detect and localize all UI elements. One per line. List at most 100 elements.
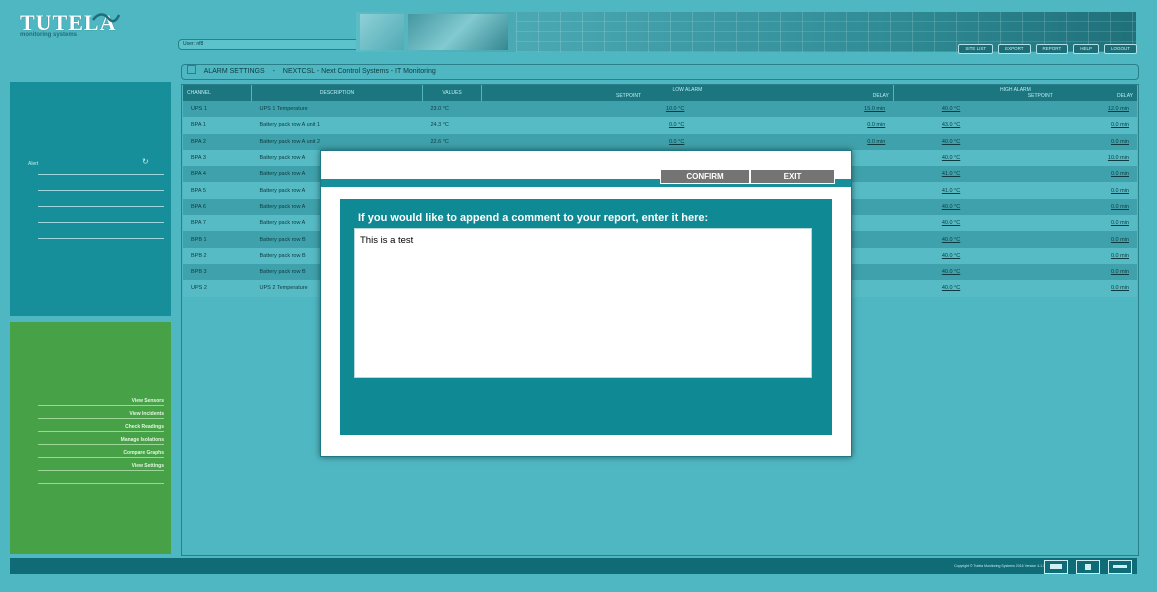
nav-export[interactable]: EXPORT xyxy=(998,44,1031,54)
cell-channel: BPB 3 xyxy=(183,263,252,281)
cell-value: 24.3 °C xyxy=(422,117,482,134)
header-channel: CHANNEL xyxy=(183,85,252,101)
cell-description: UPS 1 Temperature xyxy=(251,101,423,118)
cell-high-delay[interactable]: 0.0 min xyxy=(1090,247,1137,264)
header-low-delay: DELAY xyxy=(872,93,889,99)
nav-site-list[interactable]: SITE LIST xyxy=(958,44,994,54)
cell-high-setpoint[interactable]: 41.0 °C xyxy=(893,166,1091,183)
exit-button[interactable]: EXIT xyxy=(750,169,835,184)
sidebar-link-manage-isolations[interactable]: Manage Isolations xyxy=(38,436,164,445)
cell-channel: BPA 3 xyxy=(183,149,252,167)
confirm-button[interactable]: CONFIRM xyxy=(660,169,750,184)
sidebar-link-view-settings[interactable]: View Settings xyxy=(38,462,164,471)
cell-high-delay[interactable]: 0.0 min xyxy=(1090,182,1137,199)
cell-high-setpoint[interactable]: 40.0 °C xyxy=(893,198,1091,216)
alert-title: Alert xyxy=(28,161,39,167)
comment-dialog: CONFIRM EXIT If you would like to append… xyxy=(320,150,852,457)
cell-high-setpoint[interactable]: 40.0 °C xyxy=(893,280,1091,297)
cell-low-setpoint[interactable]: 10.0 °C xyxy=(481,101,815,118)
minimize-icon[interactable] xyxy=(1108,560,1132,574)
cell-value: 23.0 °C xyxy=(422,101,482,118)
table-row: BPA 2 Battery pack row A unit 2 22.6 °C 0.0… xyxy=(183,133,1137,150)
cell-low-delay[interactable]: 15.0 min xyxy=(814,101,894,118)
header-values: VALUES xyxy=(422,85,482,101)
cell-channel: BPA 5 xyxy=(183,182,252,199)
copyright: Copyright © Tutela Monitoring Systems 20… xyxy=(954,564,1045,568)
cell-channel: BPA 4 xyxy=(183,166,252,183)
cell-channel: BPA 1 xyxy=(183,117,252,134)
logo-wave-icon xyxy=(92,13,120,23)
cell-high-delay[interactable]: 0.0 min xyxy=(1090,263,1137,281)
monitor-icon[interactable] xyxy=(1044,560,1068,574)
nav-logout[interactable]: LOGOUT xyxy=(1103,44,1137,54)
dialog-prompt: If you would like to append a comment to… xyxy=(358,212,709,224)
cell-description: Battery pack row A unit 1 xyxy=(251,117,423,134)
sidebar-link-view-incidents[interactable]: View Incidents xyxy=(38,410,164,419)
cell-high-delay[interactable]: 12.0 min xyxy=(1090,101,1137,118)
cell-high-delay[interactable]: 0.0 min xyxy=(1090,280,1137,297)
breadcrumb: ALARM SETTINGS - NEXTCSL - Next Control … xyxy=(181,64,1139,80)
cell-high-delay[interactable]: 10.0 min xyxy=(1090,149,1137,167)
cell-channel: BPB 1 xyxy=(183,231,252,248)
cell-high-delay[interactable]: 0.0 min xyxy=(1090,133,1137,150)
cell-high-setpoint[interactable]: 40.0 °C xyxy=(893,133,1091,150)
breadcrumb-section: ALARM SETTINGS xyxy=(203,68,265,75)
cell-channel: BPA 2 xyxy=(183,133,252,150)
cell-high-delay[interactable]: 0.0 min xyxy=(1090,198,1137,216)
divider xyxy=(38,190,164,191)
dialog-body: If you would like to append a comment to… xyxy=(340,199,832,435)
header-high-alarm: HIGH ALARM SETPOINT DELAY xyxy=(892,85,1137,101)
cell-high-delay[interactable]: 0.0 min xyxy=(1090,166,1137,183)
nav-panel: View Sensors View Incidents Check Readin… xyxy=(10,322,171,554)
cell-high-setpoint[interactable]: 40.0 °C xyxy=(893,247,1091,264)
cell-high-setpoint[interactable]: 40.0 °C xyxy=(893,215,1091,232)
sidebar-link-view-sensors[interactable]: View Sensors xyxy=(38,397,164,406)
logo: TUTELA monitoring systems xyxy=(20,10,140,50)
cell-high-delay[interactable]: 0.0 min xyxy=(1090,215,1137,232)
cell-high-setpoint[interactable]: 40.0 °C xyxy=(893,101,1091,118)
cell-high-delay[interactable]: 0.0 min xyxy=(1090,117,1137,134)
cell-low-delay[interactable]: 0.0 min xyxy=(814,117,894,134)
banner-image xyxy=(360,14,404,50)
nav-report[interactable]: REPORT xyxy=(1035,44,1069,54)
cell-channel: BPB 2 xyxy=(183,247,252,264)
divider xyxy=(38,206,164,207)
breadcrumb-site: NEXTCSL - Next Control Systems - IT Moni… xyxy=(282,68,436,75)
table-row: BPA 1 Battery pack row A unit 1 24.3 °C 0.0… xyxy=(183,117,1137,134)
header-low-alarm: LOW ALARM SETPOINT DELAY xyxy=(481,85,894,101)
user-field: User: nf8 xyxy=(178,39,364,50)
cell-low-setpoint[interactable]: 0.0 °C xyxy=(481,117,815,134)
cell-channel: UPS 1 xyxy=(183,101,252,118)
cell-high-delay[interactable]: 0.0 min xyxy=(1090,231,1137,248)
cell-channel: BPA 6 xyxy=(183,198,252,216)
sidebar-link-empty xyxy=(38,475,164,484)
breadcrumb-separator: - xyxy=(272,68,275,75)
cell-channel: BPA 7 xyxy=(183,215,252,232)
expand-icon[interactable] xyxy=(1076,560,1100,574)
header-high-setpoint: SETPOINT xyxy=(1027,93,1053,99)
cell-high-setpoint[interactable]: 40.0 °C xyxy=(893,263,1091,281)
divider xyxy=(38,238,164,239)
cell-high-setpoint[interactable]: 40.0 °C xyxy=(893,149,1091,167)
cell-value: 22.6 °C xyxy=(422,133,482,150)
divider xyxy=(38,222,164,223)
cell-low-setpoint[interactable]: 0.0 °C xyxy=(481,133,815,150)
sidebar-link-compare-graphs[interactable]: Compare Graphs xyxy=(38,449,164,458)
table-header-row: CHANNEL DESCRIPTION VALUES LOW ALARM SET… xyxy=(183,85,1137,101)
cell-high-setpoint[interactable]: 40.0 °C xyxy=(893,231,1091,248)
refresh-icon[interactable]: ↻ xyxy=(142,157,149,166)
comment-textarea[interactable]: This is a test xyxy=(354,228,812,378)
sidebar-link-check-readings[interactable]: Check Readings xyxy=(38,423,164,432)
alert-panel: Alert ↻ xyxy=(10,82,171,316)
cell-description: Battery pack row A unit 2 xyxy=(251,133,423,150)
top-nav: SITE LIST EXPORT REPORT HELP LOGOUT xyxy=(958,44,1137,54)
divider xyxy=(38,174,164,175)
header-high-delay: DELAY xyxy=(1116,93,1133,99)
cell-high-setpoint[interactable]: 41.0 °C xyxy=(893,182,1091,199)
cell-low-delay[interactable]: 0.0 min xyxy=(814,133,894,150)
cell-channel: UPS 2 xyxy=(183,280,252,297)
nav-help[interactable]: HELP xyxy=(1073,44,1099,54)
cell-high-setpoint[interactable]: 43.0 °C xyxy=(893,117,1091,134)
settings-icon xyxy=(187,65,196,74)
header-description: DESCRIPTION xyxy=(251,85,423,101)
